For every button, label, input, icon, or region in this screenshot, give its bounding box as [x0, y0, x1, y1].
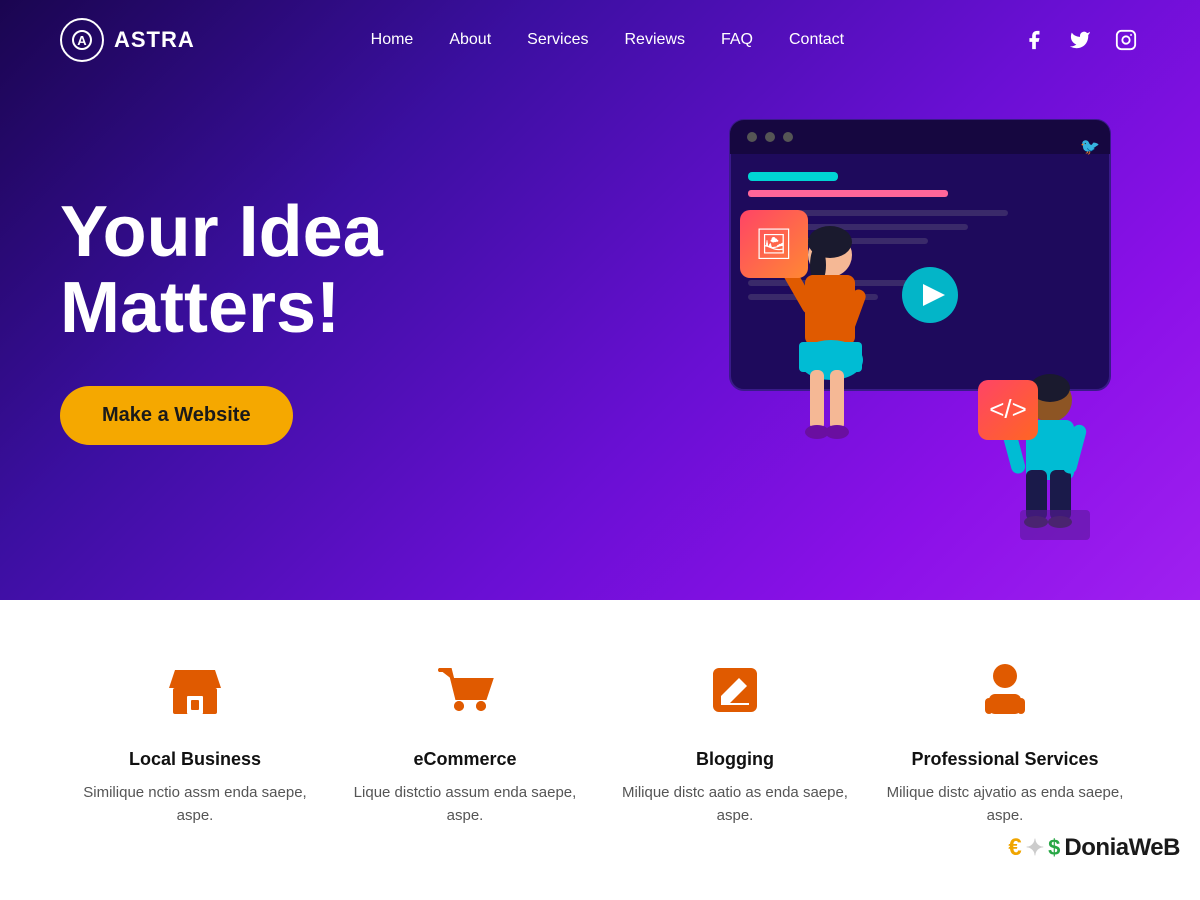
watermark: € ✦ $ DoniaWeB: [1008, 834, 1180, 862]
nav-faq[interactable]: FAQ: [721, 31, 753, 49]
service-desc-professional: Milique distc ajvatio as enda saepe, asp…: [885, 782, 1125, 827]
hero-illustration: 🐦: [620, 80, 1150, 580]
hero-section: A ASTRA Home About Services Reviews FAQ …: [0, 0, 1200, 600]
main-nav: Home About Services Reviews FAQ Contact: [371, 31, 844, 49]
svg-text:A: A: [77, 33, 87, 48]
service-card-local-business: Local Business Similique nctio assm enda…: [75, 660, 315, 827]
edit-icon: [705, 660, 765, 733]
instagram-icon[interactable]: [1112, 26, 1140, 54]
hero-content: Your Idea Matters! Make a Website: [60, 155, 383, 445]
social-links: [1020, 26, 1140, 54]
nav-about[interactable]: About: [449, 31, 491, 49]
service-card-professional: Professional Services Milique distc ajva…: [885, 660, 1125, 827]
svg-text:</>: </>: [989, 394, 1027, 424]
nav-contact[interactable]: Contact: [789, 31, 844, 49]
hero-title: Your Idea Matters!: [60, 195, 383, 346]
service-desc-local: Similique nctio assm enda saepe, aspe.: [75, 782, 315, 827]
nav-reviews[interactable]: Reviews: [625, 31, 685, 49]
person-icon: [975, 660, 1035, 733]
service-title-ecommerce: eCommerce: [413, 749, 516, 770]
store-icon: [165, 660, 225, 733]
cta-button[interactable]: Make a Website: [60, 386, 293, 445]
cart-icon: [435, 660, 495, 733]
service-card-blogging: Blogging Milique distc aatio as enda sae…: [615, 660, 855, 827]
svg-text:🐦: 🐦: [1080, 139, 1100, 156]
nav-home[interactable]: Home: [371, 31, 414, 49]
service-title-professional: Professional Services: [911, 749, 1098, 770]
twitter-icon[interactable]: [1066, 26, 1094, 54]
service-title-blogging: Blogging: [696, 749, 774, 770]
logo-area[interactable]: A ASTRA: [60, 18, 195, 62]
service-desc-ecommerce: Lique distctio assum enda saepe, aspe.: [345, 782, 585, 827]
facebook-icon[interactable]: [1020, 26, 1048, 54]
nav-services[interactable]: Services: [527, 31, 588, 49]
service-card-ecommerce: eCommerce Lique distctio assum enda saep…: [345, 660, 585, 827]
logo-icon: A: [60, 18, 104, 62]
svg-text:🖼: 🖼: [755, 228, 793, 261]
services-section: Local Business Similique nctio assm enda…: [0, 600, 1200, 880]
service-title-local: Local Business: [129, 749, 261, 770]
site-header: A ASTRA Home About Services Reviews FAQ …: [0, 0, 1200, 80]
service-desc-blogging: Milique distc aatio as enda saepe, aspe.: [615, 782, 855, 827]
watermark-text: DoniaWeB: [1064, 834, 1180, 862]
logo-text: ASTRA: [114, 27, 195, 53]
